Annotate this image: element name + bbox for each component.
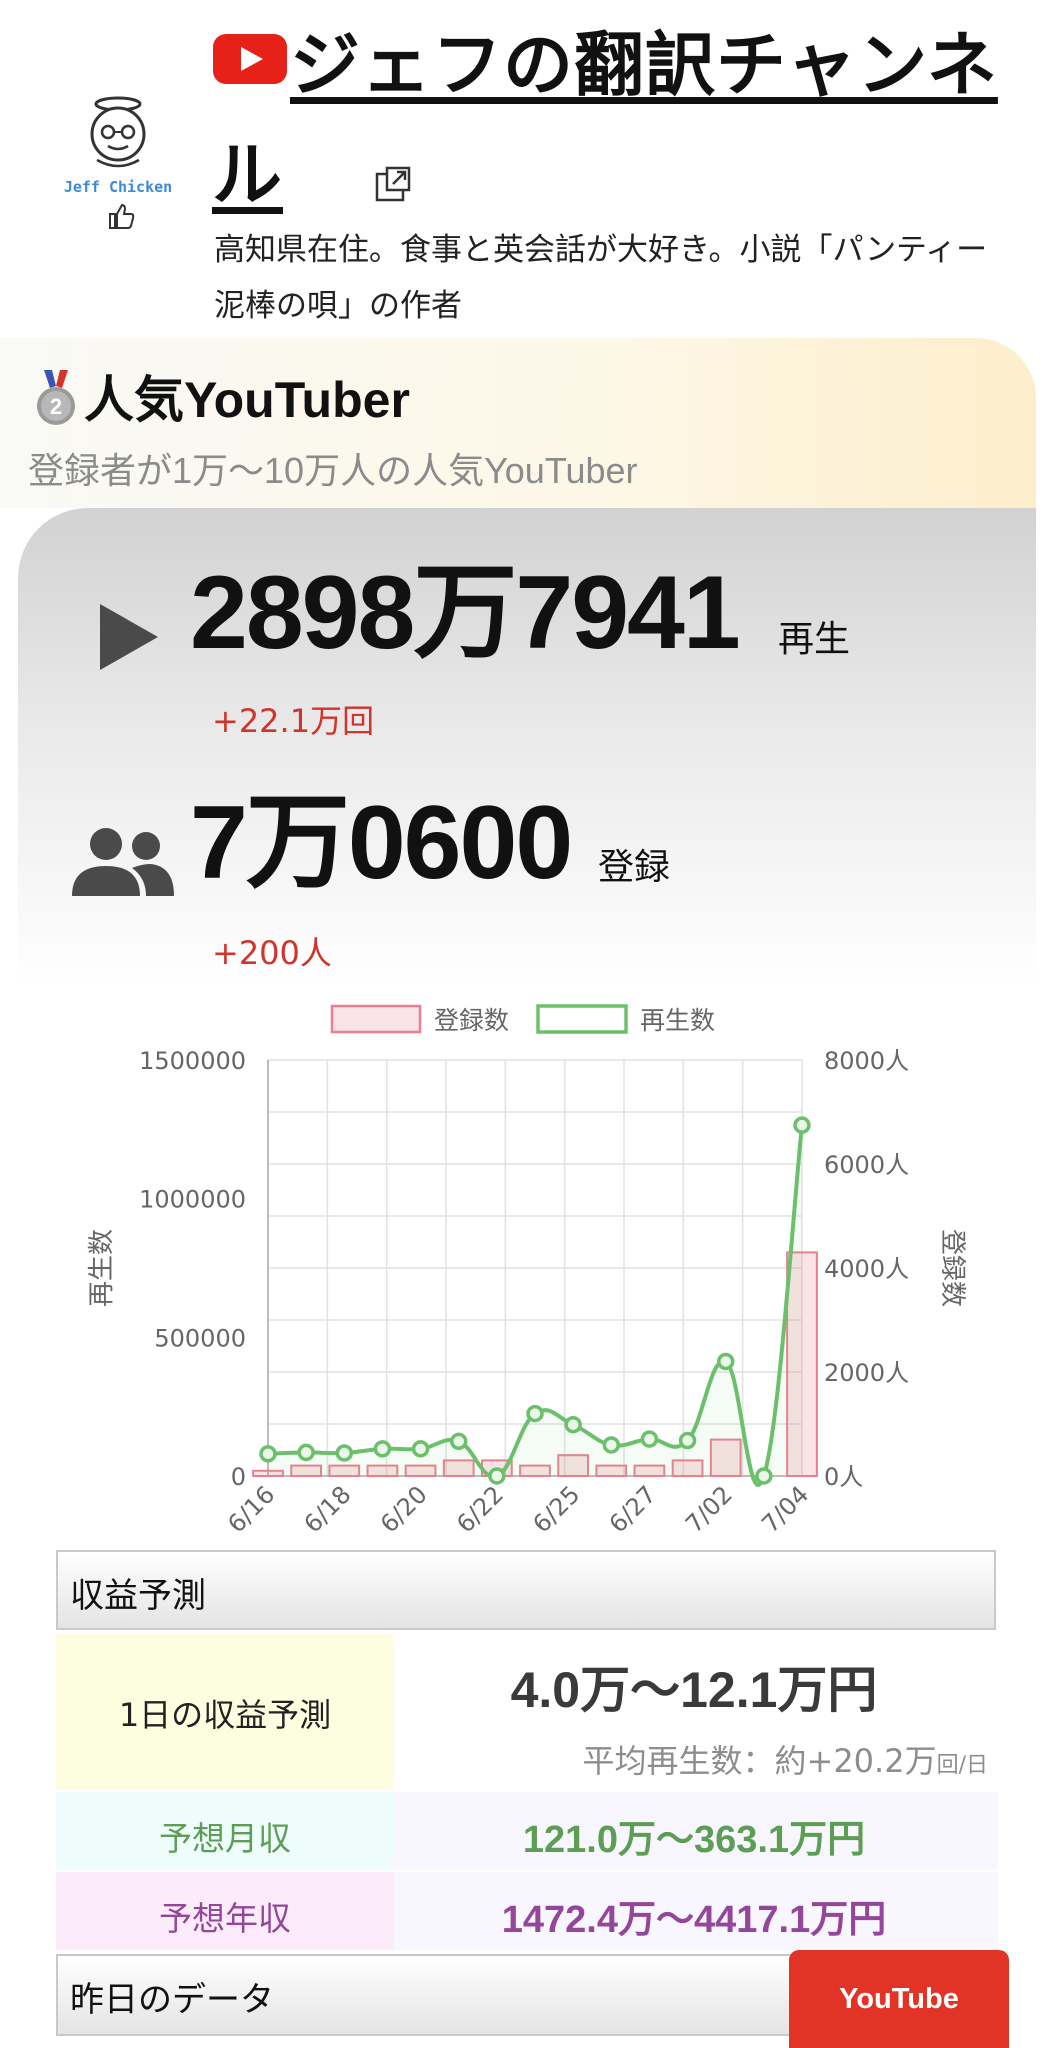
yearly-revenue-label: 予想年収 xyxy=(159,1899,291,1938)
monthly-revenue-label-cell: 予想月収 xyxy=(56,1792,394,1870)
thumbs-up-icon xyxy=(109,203,135,229)
subscriber-count-unit: 登録 xyxy=(598,847,671,888)
views-area xyxy=(268,1125,802,1485)
daily-revenue-label-cell: 1日の収益予測 xyxy=(56,1634,394,1790)
views-point xyxy=(297,1443,315,1462)
yearly-revenue-label-cell: 予想年収 xyxy=(56,1872,394,1950)
views-point xyxy=(526,1404,544,1423)
views-point xyxy=(716,1352,735,1371)
monthly-revenue-value: 121.0万〜363.1万円 xyxy=(522,1819,866,1861)
views-point xyxy=(755,1467,773,1485)
views-point xyxy=(373,1440,392,1458)
views-point xyxy=(335,1444,354,1462)
silver-medal-icon: 2 xyxy=(34,370,78,428)
x-axis-tick-label: 6/18 xyxy=(299,1480,357,1538)
revenue-header-label: 収益予測 xyxy=(70,1576,206,1616)
legend-views-label: 再生数 xyxy=(640,1006,715,1035)
avatar-caption: Jeff Chicken xyxy=(64,178,172,196)
yearly-revenue-value: 1472.4万〜4417.1万円 xyxy=(501,1899,887,1941)
left-axis-tick-label: 0 xyxy=(231,1463,246,1491)
right-axis-tick-label: 4000人 xyxy=(824,1255,909,1283)
yesterday-data-label: 昨日のデータ xyxy=(70,1980,274,2020)
views-point xyxy=(411,1440,430,1458)
subscriber-count: 7万0600 xyxy=(190,785,573,901)
left-axis-tick-label: 1500000 xyxy=(139,1047,246,1075)
stats-chart: 0 500000 1000000 1500000 0人 2000人 4000人 6000人 80… xyxy=(87,1004,967,1538)
rank-subtitle: 登録者が1万〜10万人の人気YouTuber xyxy=(28,450,638,491)
views-point xyxy=(602,1436,621,1454)
channel-title-link[interactable]: ジェフの翻訳チャンネル xyxy=(212,10,1012,235)
right-axis-tick-label: 6000人 xyxy=(824,1151,909,1179)
view-count-delta: +22.1万回 xyxy=(212,702,375,740)
left-axis-tick-label: 1000000 xyxy=(139,1186,246,1214)
view-count-unit: 再生 xyxy=(778,619,851,660)
left-axis-tick-label: 500000 xyxy=(154,1324,246,1352)
channel-avatar[interactable]: Jeff Chicken xyxy=(52,92,182,232)
views-point xyxy=(259,1445,277,1463)
views-point xyxy=(564,1415,582,1434)
x-axis-tick-label: 6/20 xyxy=(375,1480,433,1538)
x-axis-tick-label: 6/22 xyxy=(451,1480,509,1538)
channel-description: 高知県在住。食事と英会話が大好き。小説「パンティー泥棒の唄」の作者 xyxy=(214,232,988,324)
left-axis-title: 再生数 xyxy=(87,1229,117,1307)
x-axis-tick-label: 6/25 xyxy=(527,1480,585,1538)
daily-revenue-label: 1日の収益予測 xyxy=(118,1696,332,1734)
views-point xyxy=(488,1467,506,1485)
monthly-revenue-label: 予想月収 xyxy=(159,1819,291,1858)
legend-subscribers-label: 登録数 xyxy=(434,1006,509,1035)
external-link-icon xyxy=(295,125,413,235)
daily-average-views: 平均再生数：約+20.2万回/日 xyxy=(394,1736,989,1782)
views-point xyxy=(449,1432,468,1451)
legend-views-swatch xyxy=(536,1004,628,1034)
view-count: 2898万7941 xyxy=(190,555,741,671)
right-axis-tick-label: 2000人 xyxy=(824,1359,909,1387)
play-icon xyxy=(100,604,160,670)
daily-average-unit: 回/日 xyxy=(936,1753,988,1778)
yearly-revenue-value-cell: 1472.4万〜4417.1万円 xyxy=(394,1872,998,1950)
subscriber-count-delta: +200人 xyxy=(212,934,332,972)
revenue-header[interactable]: 収益予測 xyxy=(56,1550,996,1630)
rank-title: 人気YouTuber xyxy=(84,372,410,428)
right-axis-tick-label: 8000人 xyxy=(824,1047,909,1075)
views-point xyxy=(678,1431,697,1450)
daily-average-text: 平均再生数：約+20.2万 xyxy=(582,1742,937,1780)
views-point xyxy=(640,1430,659,1448)
youtube-button[interactable]: YouTube xyxy=(789,1950,1009,2048)
x-axis-tick-label: 6/27 xyxy=(604,1480,662,1538)
monthly-revenue-value-cell: 121.0万〜363.1万円 xyxy=(394,1792,998,1870)
x-axis-tick-label: 7/04 xyxy=(756,1480,814,1538)
daily-revenue-value: 4.0万〜12.1万円 xyxy=(510,1662,878,1718)
legend-subscribers-swatch xyxy=(330,1004,422,1034)
right-axis-title: 登録数 xyxy=(937,1229,967,1307)
x-axis-tick-label: 7/02 xyxy=(680,1480,738,1538)
right-axis-tick-label: 0人 xyxy=(824,1463,863,1491)
views-point xyxy=(793,1116,811,1134)
svg-text:2: 2 xyxy=(50,394,62,419)
people-icon xyxy=(70,826,174,896)
